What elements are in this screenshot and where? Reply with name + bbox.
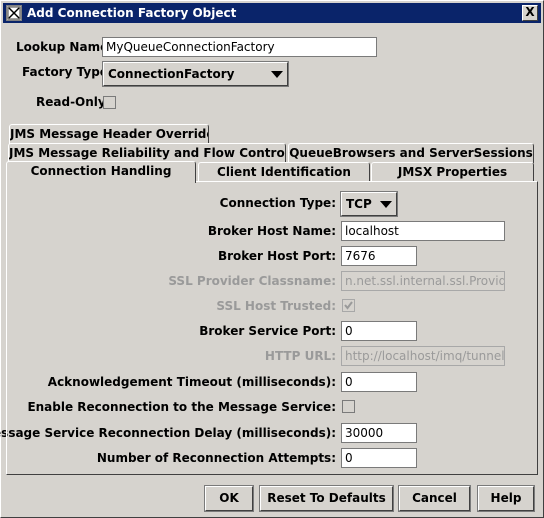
connection-type-value: TCP <box>346 197 372 211</box>
broker-host-port-input[interactable]: 7676 <box>341 246 417 266</box>
close-icon: X <box>525 5 535 19</box>
enable-reconnect-checkbox[interactable] <box>342 400 355 413</box>
tab-client-identification[interactable]: Client Identification <box>198 162 370 182</box>
http-url-input: http://localhost/imq/tunnel <box>341 346 505 366</box>
help-button[interactable]: Help <box>478 486 534 511</box>
cancel-button[interactable]: Cancel <box>399 486 470 511</box>
lookup-name-label: Lookup Name: <box>16 40 114 54</box>
broker-host-name-input[interactable]: localhost <box>341 221 505 241</box>
reconnect-attempts-input[interactable]: 0 <box>341 448 417 468</box>
broker-service-port-input[interactable]: 0 <box>341 321 417 341</box>
reconnect-delay-input[interactable]: 30000 <box>341 423 417 443</box>
title-bar[interactable]: Add Connection Factory Object X <box>3 3 541 23</box>
read-only-label: Read-Only: <box>36 95 111 109</box>
chevron-down-icon <box>271 71 283 78</box>
ok-button[interactable]: OK <box>205 486 253 511</box>
tab-queuebrowsers-serversessions[interactable]: QueueBrowsers and ServerSessions <box>288 143 534 163</box>
close-button[interactable]: X <box>522 5 538 21</box>
reset-defaults-button[interactable]: Reset To Defaults <box>260 486 393 511</box>
chevron-down-icon <box>380 201 392 208</box>
factory-type-select[interactable]: ConnectionFactory <box>103 62 288 86</box>
tab-jms-message-header-overrides[interactable]: JMS Message Header Overrides <box>9 124 209 144</box>
tab-jmsx-properties[interactable]: JMSX Properties <box>371 162 534 182</box>
ack-timeout-input[interactable]: 0 <box>341 372 417 392</box>
checkmark-icon <box>344 301 353 310</box>
ssl-host-trusted-checkbox <box>342 299 355 312</box>
connection-type-select[interactable]: TCP <box>341 192 397 216</box>
tab-connection-handling[interactable]: Connection Handling <box>6 161 196 183</box>
window-menu-icon[interactable] <box>6 5 22 21</box>
ssl-provider-input: n.net.ssl.internal.ssl.Provider <box>341 271 505 291</box>
factory-type-label: Factory Type: <box>22 65 113 79</box>
lookup-name-input[interactable]: MyQueueConnectionFactory <box>102 37 377 57</box>
window-title: Add Connection Factory Object <box>27 6 237 20</box>
read-only-checkbox[interactable] <box>103 96 116 109</box>
tab-jms-message-reliability[interactable]: JMS Message Reliability and Flow Control… <box>8 143 286 163</box>
dialog-window: Add Connection Factory Object X Lookup N… <box>0 0 544 518</box>
factory-type-value: ConnectionFactory <box>108 67 235 81</box>
